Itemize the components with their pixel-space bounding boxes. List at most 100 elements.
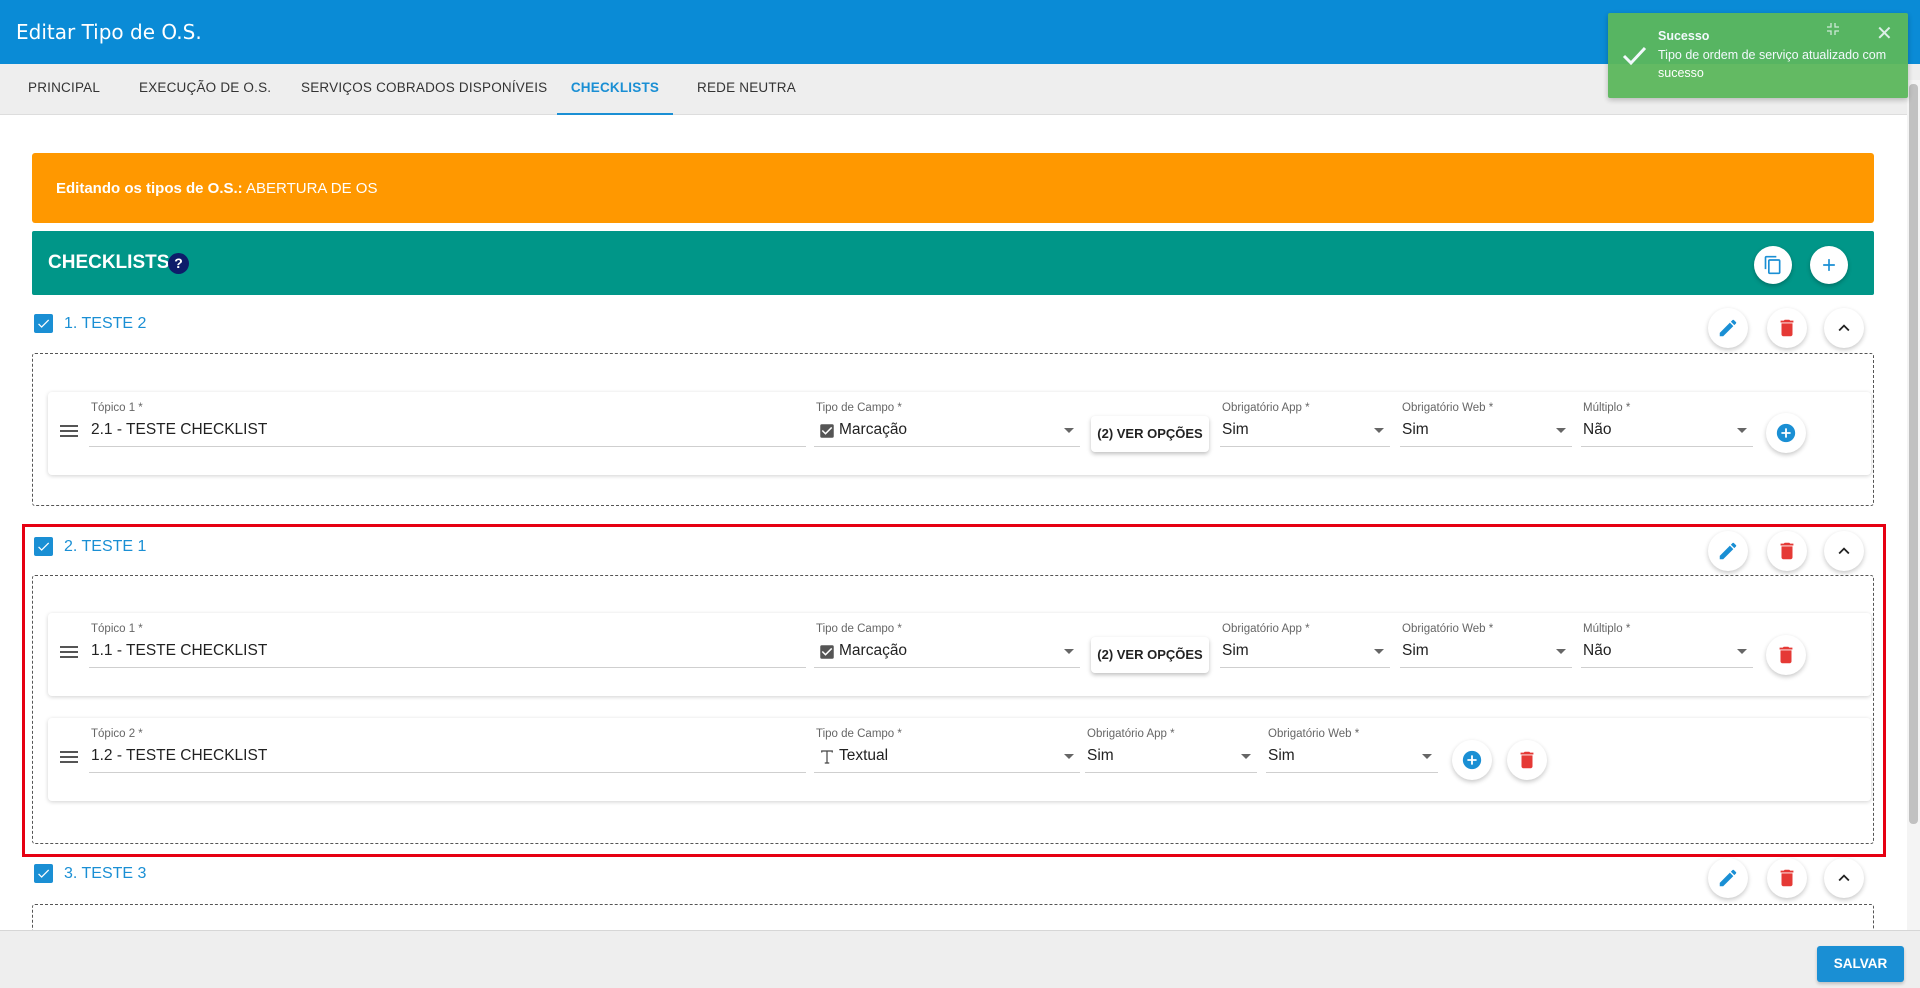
delete-checklist-button[interactable] <box>1767 308 1807 348</box>
topic-field[interactable]: Tópico 1 * 2.1 - TESTE CHECKLIST <box>89 402 806 452</box>
edit-checklist-button[interactable] <box>1708 858 1748 898</box>
chevron-down-icon <box>1737 428 1747 433</box>
collapse-checklist-button[interactable] <box>1824 308 1864 348</box>
required-app-select[interactable]: Obrigatório App * Sim <box>1085 728 1257 778</box>
checklists-title: CHECKLISTS <box>48 252 170 273</box>
multiple-select[interactable]: Múltiplo * Não <box>1581 623 1753 673</box>
text-type-icon <box>821 750 833 764</box>
checklist-title[interactable]: 2. TESTE 1 <box>64 538 146 556</box>
checklist-checkbox[interactable] <box>34 864 53 883</box>
topic-row: Tópico 2 * 1.2 - TESTE CHECKLIST Tipo de… <box>48 718 1871 801</box>
required-web-select[interactable]: Obrigatório Web * Sim <box>1400 402 1572 452</box>
help-icon[interactable]: ? <box>168 253 189 274</box>
collapse-checklist-button[interactable] <box>1824 858 1864 898</box>
chevron-down-icon <box>1556 649 1566 654</box>
plus-icon <box>1823 259 1835 271</box>
collapse-checklist-button[interactable] <box>1824 531 1864 571</box>
required-web-select[interactable]: Obrigatório Web * Sim <box>1400 623 1572 673</box>
view-options-button[interactable]: (2) VER OPÇÕES <box>1091 416 1209 452</box>
checkbox-icon <box>820 424 834 438</box>
edit-checklist-button[interactable] <box>1708 531 1748 571</box>
edit-os-type-dialog: Editar Tipo de O.S. PRINCIPAL EXECUÇÃO D… <box>0 0 1920 988</box>
pencil-icon <box>1719 319 1737 337</box>
delete-topic-button[interactable] <box>1507 740 1547 780</box>
chevron-down-icon <box>1422 754 1432 759</box>
dialog-title: Editar Tipo de O.S. <box>16 20 202 44</box>
required-web-select[interactable]: Obrigatório Web * Sim <box>1266 728 1438 778</box>
tab-principal[interactable]: PRINCIPAL <box>16 64 112 115</box>
trash-icon <box>1780 869 1794 887</box>
checklist-checkbox[interactable] <box>34 537 53 556</box>
checklist-header: 3. TESTE 3 <box>34 858 1874 898</box>
checklist-title[interactable]: 1. TESTE 2 <box>64 315 146 333</box>
required-app-select[interactable]: Obrigatório App * Sim <box>1220 402 1390 452</box>
add-checklist-button[interactable] <box>1810 246 1848 284</box>
drag-handle-icon[interactable] <box>60 425 78 440</box>
topic-field[interactable]: Tópico 1 * 1.1 - TESTE CHECKLIST <box>89 623 806 673</box>
checkbox-icon <box>820 645 834 659</box>
chevron-up-icon <box>1838 324 1850 332</box>
chevron-down-icon <box>1064 649 1074 654</box>
delete-checklist-button[interactable] <box>1767 858 1807 898</box>
drag-handle-icon[interactable] <box>60 646 78 661</box>
add-topic-button[interactable] <box>1766 413 1806 453</box>
tab-checklists[interactable]: CHECKLISTS <box>557 64 673 115</box>
tab-servicos-cobrados[interactable]: SERVIÇOS COBRADOS DISPONÍVEIS <box>289 64 559 115</box>
chevron-down-icon <box>1241 754 1251 759</box>
required-app-select[interactable]: Obrigatório App * Sim <box>1220 623 1390 673</box>
field-type-select[interactable]: Tipo de Campo * Marcação <box>814 402 1080 452</box>
chevron-up-icon <box>1838 874 1850 882</box>
delete-topic-button[interactable] <box>1766 635 1806 675</box>
trash-icon <box>1520 751 1534 769</box>
topic-row: Tópico 1 * 2.1 - TESTE CHECKLIST Tipo de… <box>48 392 1871 475</box>
chevron-down-icon <box>1374 649 1384 654</box>
chevron-down-icon <box>1737 649 1747 654</box>
tab-execucao[interactable]: EXECUÇÃO DE O.S. <box>127 64 283 115</box>
tab-rede-neutra[interactable]: REDE NEUTRA <box>685 64 808 115</box>
checklist-header: 2. TESTE 1 <box>34 531 1874 571</box>
checkmark-icon <box>1622 46 1647 66</box>
check-icon <box>38 869 50 878</box>
chevron-up-icon <box>1838 547 1850 555</box>
copy-icon <box>1764 255 1781 275</box>
add-topic-button[interactable] <box>1452 740 1492 780</box>
check-icon <box>38 319 50 328</box>
view-options-button[interactable]: (2) VER OPÇÕES <box>1091 637 1209 673</box>
delete-checklist-button[interactable] <box>1767 531 1807 571</box>
chevron-down-icon <box>1064 428 1074 433</box>
success-toast: Sucesso Tipo de ordem de serviço atualiz… <box>1608 13 1908 98</box>
notice-prefix: Editando os tipos de O.S.: <box>56 180 243 197</box>
toast-title: Sucesso <box>1658 29 1710 43</box>
field-type-select[interactable]: Tipo de Campo * Textual <box>814 728 1080 778</box>
scrollbar-thumb[interactable] <box>1909 84 1918 824</box>
notice-value: ABERTURA DE OS <box>242 180 378 197</box>
minimize-icon[interactable] <box>1826 22 1840 36</box>
edit-checklist-button[interactable] <box>1708 308 1748 348</box>
field-type-select[interactable]: Tipo de Campo * Marcação <box>814 623 1080 673</box>
copy-checklist-button[interactable] <box>1754 246 1792 284</box>
topic-row: Tópico 1 * 1.1 - TESTE CHECKLIST Tipo de… <box>48 613 1871 696</box>
close-icon[interactable]: ✕ <box>1876 21 1893 46</box>
check-icon <box>38 542 50 551</box>
checklists-header: CHECKLISTS ? <box>32 231 1874 295</box>
checklist-checkbox[interactable] <box>34 314 53 333</box>
toast-message: Tipo de ordem de serviço atualizado com … <box>1658 48 1887 80</box>
dialog-footer: SALVAR <box>0 930 1920 988</box>
checklist-topics-area <box>32 904 1874 930</box>
editing-notice: Editando os tipos de O.S.: ABERTURA DE O… <box>32 153 1874 223</box>
save-button[interactable]: SALVAR <box>1817 946 1904 982</box>
chevron-down-icon <box>1556 428 1566 433</box>
trash-icon <box>1780 542 1794 560</box>
drag-handle-icon[interactable] <box>60 751 78 766</box>
add-circle-icon <box>1462 750 1482 770</box>
trash-icon <box>1780 319 1794 337</box>
topic-field[interactable]: Tópico 2 * 1.2 - TESTE CHECKLIST <box>89 728 806 778</box>
checklist-title[interactable]: 3. TESTE 3 <box>64 865 146 883</box>
checklist-header: 1. TESTE 2 <box>34 308 1874 348</box>
chevron-down-icon <box>1064 754 1074 759</box>
trash-icon <box>1779 646 1793 664</box>
chevron-down-icon <box>1374 428 1384 433</box>
add-circle-icon <box>1776 423 1796 443</box>
pencil-icon <box>1719 542 1737 560</box>
multiple-select[interactable]: Múltiplo * Não <box>1581 402 1753 452</box>
